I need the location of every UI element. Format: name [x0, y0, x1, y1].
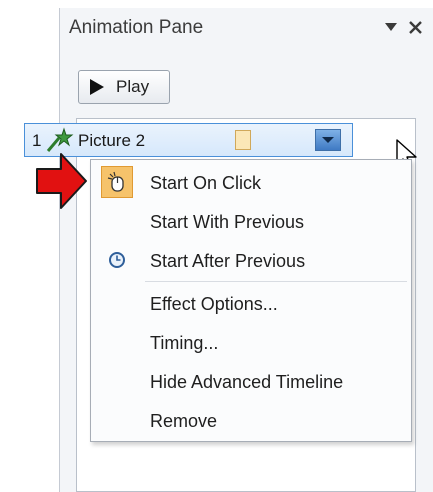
menu-item-remove[interactable]: Remove	[91, 401, 411, 439]
pane-header: Animation Pane	[60, 8, 433, 48]
close-icon[interactable]	[404, 14, 426, 40]
menu-item-label: Effect Options...	[150, 294, 278, 314]
clock-icon	[101, 244, 133, 276]
annotation-arrow-icon	[36, 153, 87, 209]
menu-separator	[145, 281, 407, 282]
mouse-click-icon	[101, 166, 133, 198]
animation-item-number: 1	[32, 131, 42, 150]
menu-item-label: Start With Previous	[150, 212, 305, 232]
animation-item-name: Picture 2	[78, 131, 146, 150]
pane-options-dropdown-icon[interactable]	[380, 14, 402, 40]
menu-item-label: Remove	[150, 411, 218, 431]
context-menu: Start On Click Start With Previous Start…	[90, 159, 412, 442]
menu-item-label: Hide Advanced Timeline	[150, 372, 344, 392]
menu-item-timing[interactable]: Timing...	[91, 323, 411, 361]
menu-item-label: Timing...	[150, 333, 219, 353]
item-dropdown-button[interactable]	[315, 129, 341, 151]
menu-item-start-with-previous[interactable]: Start With Previous	[91, 202, 411, 240]
pane-title: Animation Pane	[69, 17, 204, 38]
chevron-down-icon	[322, 137, 334, 143]
timing-bar[interactable]	[235, 130, 251, 150]
play-icon	[90, 79, 104, 95]
menu-item-start-on-click[interactable]: Start On Click	[91, 163, 411, 201]
menu-item-effect-options[interactable]: Effect Options...	[91, 284, 411, 322]
menu-item-label: Start On Click	[150, 173, 262, 193]
menu-item-start-after-previous[interactable]: Start After Previous	[91, 241, 411, 279]
menu-item-label: Start After Previous	[150, 251, 306, 271]
menu-item-hide-advanced-timeline[interactable]: Hide Advanced Timeline	[91, 362, 411, 400]
play-button[interactable]: Play	[78, 70, 170, 104]
play-label: Play	[116, 77, 150, 96]
